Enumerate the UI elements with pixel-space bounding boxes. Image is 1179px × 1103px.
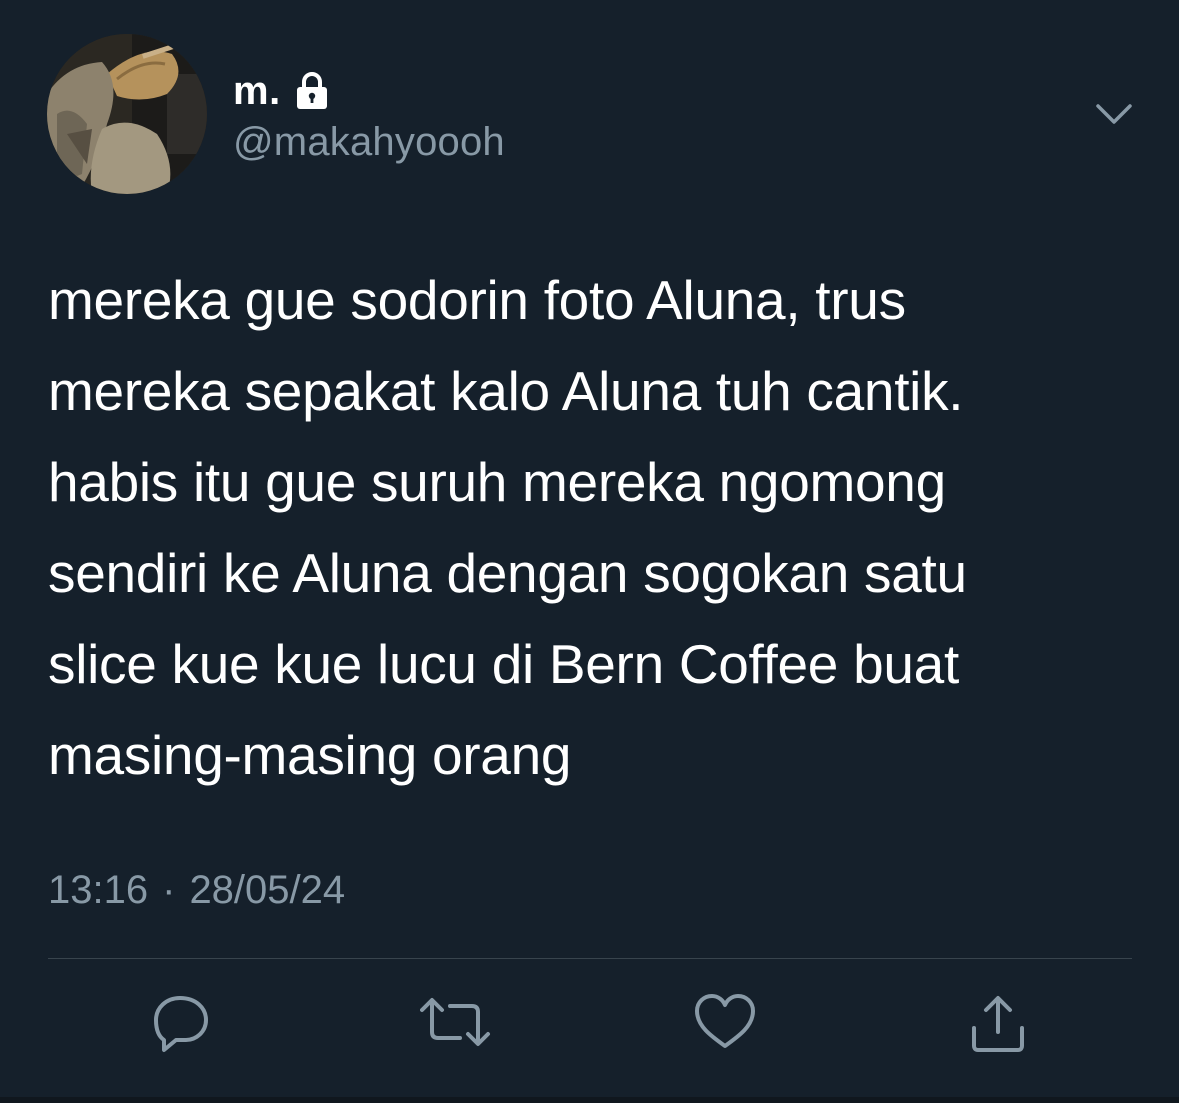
divider — [48, 958, 1132, 959]
reply-button[interactable] — [150, 990, 214, 1054]
share-button[interactable] — [966, 990, 1030, 1054]
timestamp-separator: · — [162, 868, 176, 912]
bottom-edge — [0, 1097, 1179, 1103]
display-name[interactable]: m. — [233, 69, 281, 114]
heart-icon — [695, 994, 755, 1048]
lock-icon — [295, 71, 329, 111]
action-bar — [0, 990, 1179, 1070]
avatar[interactable] — [47, 34, 207, 194]
like-button[interactable] — [693, 990, 757, 1054]
display-name-row: m. — [233, 66, 329, 116]
retweet-button[interactable] — [420, 990, 490, 1054]
tweet-timestamp[interactable]: 13:16 · 28/05/24 — [48, 868, 345, 913]
reply-icon — [154, 996, 208, 1052]
chevron-down-icon[interactable] — [1092, 96, 1136, 132]
tweet: m. @makahyoooh mereka gue sodorin foto A… — [0, 0, 1179, 1103]
user-handle[interactable]: @makahyoooh — [233, 120, 505, 165]
tweet-date: 28/05/24 — [189, 868, 346, 912]
avatar-photo — [47, 34, 207, 194]
retweet-icon — [420, 998, 490, 1046]
tweet-text: mereka gue sodorin foto Aluna, trus mere… — [48, 269, 967, 786]
share-icon — [972, 996, 1024, 1052]
tweet-time: 13:16 — [48, 868, 149, 912]
